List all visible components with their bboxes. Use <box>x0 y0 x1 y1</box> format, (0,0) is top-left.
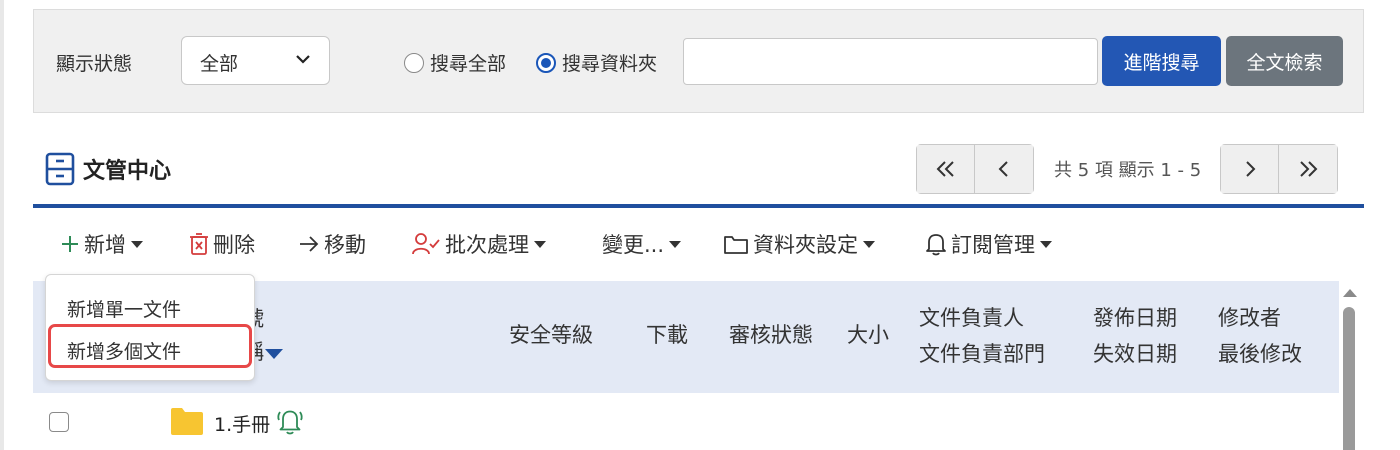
column-header-publish-date[interactable]: 發佈日期 <box>1093 300 1177 336</box>
folder-icon <box>724 236 748 254</box>
table-row[interactable]: 1.手冊 <box>33 393 1339 450</box>
radio-search-folder-label: 搜尋資料夾 <box>562 53 658 75</box>
pager-info: 共 5 項 顯示 1 - 5 <box>1054 160 1202 181</box>
column-header-review[interactable]: 審核狀態 <box>729 317 813 353</box>
double-right-icon <box>1300 161 1318 177</box>
user-check-icon <box>412 233 440 255</box>
trash-icon <box>190 233 208 255</box>
column-header-owner-dept[interactable]: 文件負責部門 <box>919 336 1045 372</box>
pager-prev-group <box>916 144 1034 194</box>
scroll-up-arrow[interactable] <box>1343 289 1357 297</box>
move-button[interactable]: 移動 <box>298 222 366 266</box>
page-title: 文管中心 <box>83 159 172 184</box>
add-single-document-item[interactable]: 新增單一文件 <box>67 295 181 322</box>
delete-button[interactable]: 刪除 <box>189 222 255 266</box>
add-label: 新增 <box>84 233 126 257</box>
add-button[interactable]: 新增 <box>60 222 143 266</box>
radio-search-folder[interactable]: 搜尋資料夾 <box>536 49 657 76</box>
delete-label: 刪除 <box>213 233 255 257</box>
column-header-expire-date[interactable]: 失效日期 <box>1093 336 1177 372</box>
row-name-link[interactable]: 1.手冊 <box>214 410 270 437</box>
change-label: 變更... <box>602 233 665 257</box>
radio-search-all-dot[interactable] <box>404 52 424 73</box>
caret-down-icon <box>863 240 875 248</box>
right-icon <box>1245 161 1256 177</box>
scrollbar-thumb[interactable] <box>1343 307 1355 450</box>
change-button[interactable]: 變更... <box>602 222 682 266</box>
filter-bar: 顯示狀態 全部 搜尋全部 搜尋資料夾 進階搜尋 全文檢索 <box>33 9 1364 113</box>
full-text-search-button[interactable]: 全文檢索 <box>1226 36 1343 86</box>
page-title-row: 文管中心 <box>45 152 171 186</box>
subscription-button[interactable]: 訂閱管理 <box>925 222 1052 266</box>
column-header-last-modified[interactable]: 最後修改 <box>1218 336 1302 372</box>
radio-search-all[interactable]: 搜尋全部 <box>404 49 506 76</box>
column-header-download[interactable]: 下載 <box>646 317 688 353</box>
scrollbar[interactable] <box>1340 281 1360 450</box>
column-header-size[interactable]: 大小 <box>847 317 889 353</box>
folder-settings-label: 資料夾設定 <box>753 233 858 257</box>
column-header-security[interactable]: 安全等級 <box>509 317 593 353</box>
bell-icon[interactable] <box>276 406 304 436</box>
move-label: 移動 <box>324 233 366 257</box>
caret-down-icon <box>1040 240 1052 248</box>
radio-search-folder-dot[interactable] <box>536 52 556 73</box>
caret-down-icon <box>131 240 143 248</box>
status-label: 顯示狀態 <box>56 53 133 75</box>
search-input[interactable] <box>683 38 1098 85</box>
advanced-search-button[interactable]: 進階搜尋 <box>1102 36 1221 86</box>
first-page-button[interactable] <box>916 144 975 194</box>
sort-desc-icon[interactable] <box>265 349 283 359</box>
column-header-modifier[interactable]: 修改者 <box>1218 300 1281 336</box>
batch-button[interactable]: 批次處理 <box>411 222 546 266</box>
status-select-value: 全部 <box>200 53 239 75</box>
row-checkbox[interactable] <box>49 412 69 432</box>
chevron-down-icon <box>296 55 310 64</box>
caret-down-icon <box>669 240 682 248</box>
last-page-button[interactable] <box>1279 144 1339 194</box>
highlight-box <box>48 324 252 368</box>
double-left-icon <box>936 161 954 177</box>
section-divider <box>33 204 1364 208</box>
next-page-button[interactable] <box>1220 144 1280 194</box>
pager-next-group <box>1220 144 1339 194</box>
arrow-right-icon <box>300 236 319 252</box>
toolbar: 新增 刪除 移動 批次處理 變更... 資料夾設定 訂閱管理 <box>0 222 1400 266</box>
pager: 共 5 項 顯示 1 - 5 <box>916 144 1339 194</box>
left-icon <box>998 161 1008 177</box>
folder-settings-button[interactable]: 資料夾設定 <box>723 222 875 266</box>
column-header-owner[interactable]: 文件負責人 <box>919 300 1024 336</box>
status-select[interactable]: 全部 <box>181 36 330 85</box>
plus-icon <box>62 236 78 252</box>
radio-search-all-label: 搜尋全部 <box>430 53 507 75</box>
folder-icon <box>171 408 203 435</box>
bell-icon <box>926 234 946 256</box>
batch-label: 批次處理 <box>445 233 529 257</box>
caret-down-icon <box>534 240 546 248</box>
add-dropdown-menu: 新增單一文件 新增多個文件 <box>45 274 255 381</box>
prev-page-button[interactable] <box>975 144 1034 194</box>
cabinet-icon <box>45 152 75 186</box>
subscription-label: 訂閱管理 <box>951 233 1035 257</box>
